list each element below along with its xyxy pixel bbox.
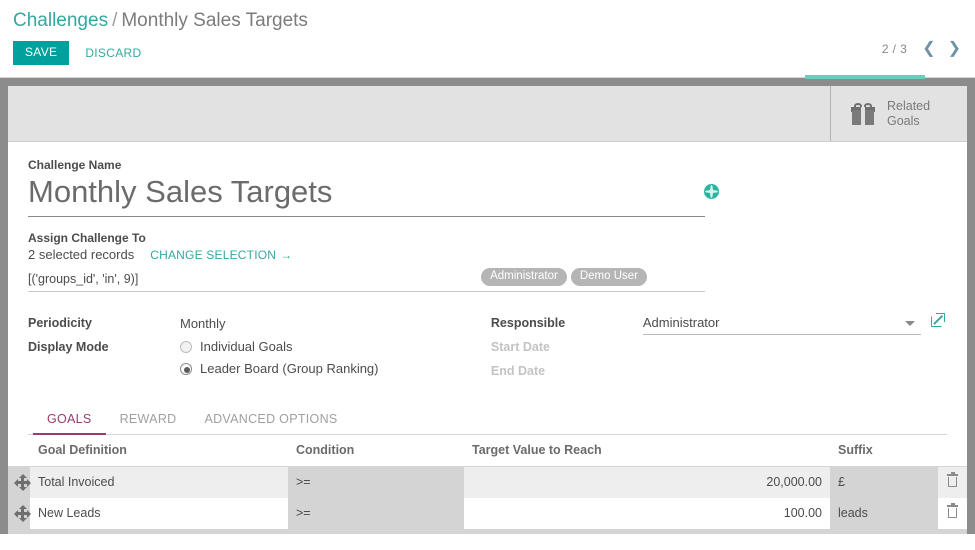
cell-condition: >=	[288, 467, 464, 499]
chevron-left-icon[interactable]: ❮	[916, 42, 941, 56]
cell-suffix: £	[830, 467, 938, 499]
change-selection-button[interactable]: CHANGE SELECTION →	[150, 248, 292, 262]
gift-icon	[851, 103, 875, 125]
stat-button-box: Related Goals	[8, 86, 967, 142]
radio-leader-board[interactable]: Leader Board (Group Ranking)	[180, 361, 379, 376]
breadcrumb: Challenges/Monthly Sales Targets	[13, 8, 308, 34]
end-date-label: End Date	[491, 362, 643, 378]
cell-target-value[interactable]: 20,000.00	[464, 467, 830, 499]
start-date-row: Start Date	[491, 338, 947, 361]
drag-handle-icon[interactable]	[16, 507, 29, 520]
challenge-name-label: Challenge Name	[28, 158, 947, 172]
globe-icon[interactable]	[704, 184, 719, 199]
related-goals-line2: Goals	[887, 114, 920, 128]
selected-records-count: 2 selected records	[28, 247, 134, 262]
goals-one2many-table: Goal Definition Condition Target Value t…	[8, 435, 967, 534]
external-link-icon[interactable]	[931, 313, 945, 327]
related-goals-label: Related Goals	[887, 99, 930, 129]
col-actions	[938, 435, 967, 467]
related-goals-line1: Related	[887, 99, 930, 113]
cell-suffix: leads	[830, 498, 938, 529]
tab-reward[interactable]: REWARD	[106, 408, 191, 435]
form-sheet: Related Goals Challenge Name Assign Chal…	[8, 86, 967, 534]
radio-unchecked-icon	[180, 341, 192, 353]
row-delete-cell[interactable]	[938, 467, 967, 499]
tab-advanced-options[interactable]: ADVANCED OPTIONS	[190, 408, 351, 435]
responsible-row: Responsible	[491, 314, 947, 337]
form-action-buttons: SAVE DISCARD	[13, 41, 141, 65]
breadcrumb-root-link[interactable]: Challenges	[13, 10, 108, 31]
domain-value[interactable]: [('groups_id', 'in', 9)]	[28, 272, 138, 286]
assign-challenge-block: Assign Challenge To 2 selected records C…	[28, 231, 947, 292]
col-suffix[interactable]: Suffix	[830, 435, 938, 467]
selected-user-tags: Administrator Demo User	[481, 268, 647, 286]
tag-administrator[interactable]: Administrator	[481, 268, 567, 286]
row-drag-handle-cell[interactable]	[8, 467, 30, 499]
cell-goal-definition[interactable]: New Leads	[30, 498, 288, 529]
assign-selection-line: 2 selected records CHANGE SELECTION →	[28, 247, 947, 262]
start-date-label: Start Date	[491, 338, 643, 354]
breadcrumb-current: Monthly Sales Targets	[121, 10, 308, 31]
col-goal-definition[interactable]: Goal Definition	[30, 435, 288, 467]
cell-condition: >=	[288, 498, 464, 529]
periodicity-label: Periodicity	[28, 314, 180, 330]
radio-checked-icon	[180, 363, 192, 375]
trash-icon[interactable]	[947, 505, 958, 518]
domain-row: [('groups_id', 'in', 9)] Administrator D…	[28, 270, 705, 292]
end-date-row: End Date	[491, 362, 947, 385]
responsible-field-wrap	[643, 314, 921, 335]
arrow-right-icon: →	[280, 248, 292, 262]
display-mode-radio-group: Individual Goals Leader Board (Group Ran…	[180, 338, 379, 383]
table-header-row: Goal Definition Condition Target Value t…	[8, 435, 967, 467]
sheet-top-band	[0, 78, 975, 86]
tag-demo-user[interactable]: Demo User	[571, 268, 647, 286]
notebook: GOALS REWARD ADVANCED OPTIONS	[28, 408, 947, 435]
drag-handle-icon[interactable]	[16, 476, 29, 489]
notebook-tabs: GOALS REWARD ADVANCED OPTIONS	[28, 408, 947, 435]
save-button[interactable]: SAVE	[13, 41, 69, 65]
challenge-name-input[interactable]	[28, 174, 705, 217]
settings-left-column: Periodicity Monthly Display Mode Individ…	[28, 314, 491, 386]
discard-button[interactable]: DISCARD	[85, 46, 141, 60]
challenge-name-row	[28, 174, 705, 217]
radio-leader-board-label: Leader Board (Group Ranking)	[200, 361, 379, 376]
responsible-label: Responsible	[491, 314, 643, 330]
change-selection-label: CHANGE SELECTION	[150, 248, 276, 262]
display-mode-label: Display Mode	[28, 338, 180, 354]
loading-progress-bar	[805, 75, 925, 79]
pager-count: 2 / 3	[882, 42, 907, 56]
breadcrumb-separator: /	[112, 10, 117, 31]
table-row[interactable]: Total Invoiced >= 20,000.00 £	[8, 467, 967, 499]
form-body: Challenge Name Assign Challenge To 2 sel…	[8, 142, 967, 435]
periodicity-value[interactable]: Monthly	[180, 314, 226, 331]
sheet-background: Related Goals Challenge Name Assign Chal…	[0, 86, 975, 534]
radio-individual-goals[interactable]: Individual Goals	[180, 339, 379, 354]
cell-goal-definition[interactable]: Total Invoiced	[30, 467, 288, 499]
row-delete-cell[interactable]	[938, 498, 967, 529]
col-condition[interactable]: Condition	[288, 435, 464, 467]
display-mode-row: Display Mode Individual Goals Leader Boa…	[28, 338, 491, 383]
radio-individual-goals-label: Individual Goals	[200, 339, 293, 354]
control-panel: Challenges/Monthly Sales Targets SAVE DI…	[0, 0, 975, 78]
chevron-down-icon[interactable]	[905, 321, 915, 326]
settings-group: Periodicity Monthly Display Mode Individ…	[28, 314, 947, 386]
tab-goals[interactable]: GOALS	[33, 408, 106, 435]
settings-right-column: Responsible Start Date	[491, 314, 947, 386]
related-goals-button[interactable]: Related Goals	[830, 86, 967, 141]
assign-challenge-label: Assign Challenge To	[28, 231, 947, 245]
periodicity-row: Periodicity Monthly	[28, 314, 491, 337]
trash-icon[interactable]	[947, 474, 958, 487]
responsible-input[interactable]	[643, 315, 921, 335]
col-target-value[interactable]: Target Value to Reach	[464, 435, 830, 467]
table-row[interactable]: New Leads >= 100.00 leads	[8, 498, 967, 529]
cell-target-value[interactable]: 100.00	[464, 498, 830, 529]
handle-column-header	[8, 435, 30, 467]
record-pager: 2 / 3 ❮ ❯	[882, 42, 967, 56]
table-footer-strip	[8, 529, 967, 534]
chevron-right-icon[interactable]: ❯	[942, 42, 967, 56]
row-drag-handle-cell[interactable]	[8, 498, 30, 529]
